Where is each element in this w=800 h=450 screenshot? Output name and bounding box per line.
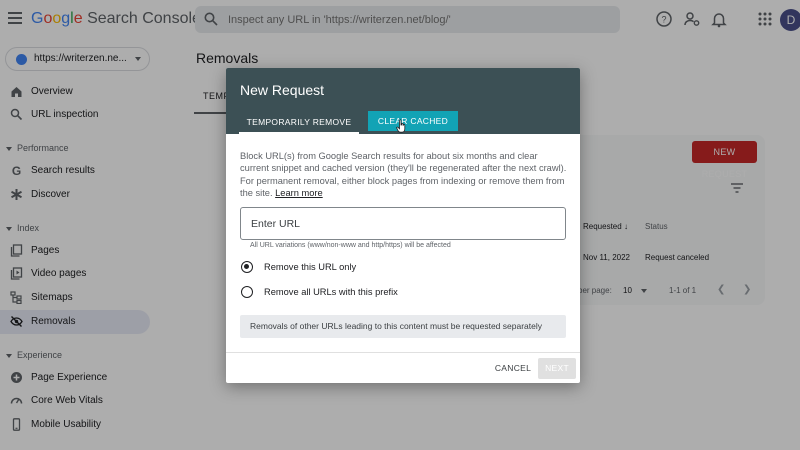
radio-label-remove-all-with-prefix[interactable]: Remove all URLs with this prefix <box>264 287 398 297</box>
tab-underline <box>239 132 359 134</box>
url-help-text: All URL variations (www/non-www and http… <box>250 242 451 249</box>
next-button[interactable]: NEXT <box>538 358 576 379</box>
radio-remove-all-with-prefix[interactable] <box>241 286 253 298</box>
cancel-button[interactable]: CANCEL <box>491 359 535 377</box>
dialog-divider <box>226 352 580 353</box>
radio-label-remove-this-url-only[interactable]: Remove this URL only <box>264 262 356 272</box>
dialog-header: New Request TEMPORARILY REMOVE URL CLEAR… <box>226 68 580 149</box>
tab-temporarily-remove-url[interactable]: TEMPORARILY REMOVE URL <box>239 111 359 149</box>
tab-clear-cached-url[interactable]: CLEAR CACHED URL <box>368 111 458 146</box>
url-input[interactable] <box>251 208 551 239</box>
mouse-cursor-icon <box>396 119 406 133</box>
dialog-description: Block URL(s) from Google Search results … <box>240 151 567 199</box>
new-request-dialog: New Request TEMPORARILY REMOVE URL CLEAR… <box>226 68 580 383</box>
url-field[interactable] <box>240 207 566 240</box>
dialog-title: New Request <box>240 82 325 98</box>
radio-remove-this-url-only[interactable] <box>241 261 253 273</box>
learn-more-link[interactable]: Learn more <box>275 188 323 198</box>
info-note: Removals of other URLs leading to this c… <box>240 315 566 338</box>
